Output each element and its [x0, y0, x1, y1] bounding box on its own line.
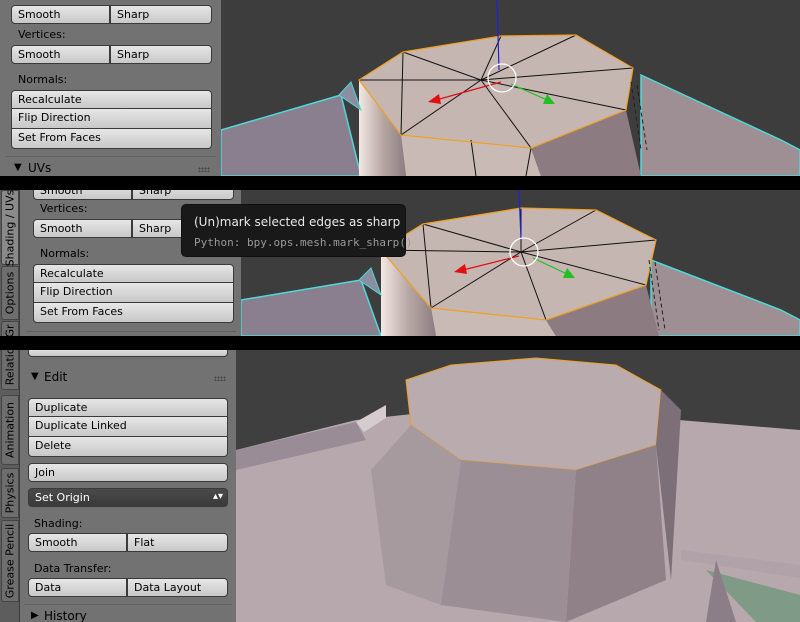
duplicate-linked-button[interactable]: Duplicate Linked: [28, 417, 228, 437]
panel-divider: [24, 604, 232, 605]
uvs-panel-header[interactable]: UVs: [28, 161, 51, 175]
tab-grease-pencil[interactable]: Grease Pencil: [1, 520, 19, 602]
tool-shelf: Relations Animation Physics Grease Penci…: [0, 350, 236, 622]
uvs-panel-arrow[interactable]: ▼: [14, 162, 22, 173]
3d-viewport[interactable]: [221, 0, 800, 176]
tooltip: (Un)mark selected edges as sharp Python:…: [181, 204, 413, 257]
shading-smooth-button[interactable]: Smooth: [28, 533, 127, 552]
flip-direction-button[interactable]: Flip Direction: [33, 283, 234, 303]
tooltip-title: (Un)mark selected edges as sharp: [194, 215, 401, 229]
history-panel-header[interactable]: History: [44, 609, 87, 622]
screenshot-strip-3: Relations Animation Physics Grease Penci…: [0, 350, 800, 622]
join-button[interactable]: Join: [28, 463, 228, 482]
panel-grip-icon[interactable]: [214, 376, 226, 381]
normals-label: Normals:: [40, 247, 90, 260]
tool-tabs: Relations Animation Physics Grease Penci…: [0, 350, 20, 622]
set-origin-select[interactable]: Set Origin ▴▾: [28, 488, 228, 507]
set-from-faces-button[interactable]: Set From Faces: [11, 129, 212, 149]
edit-panel-arrow[interactable]: ▼: [31, 371, 39, 382]
mesh-view-1: [221, 0, 800, 176]
set-origin-label: Set Origin: [35, 491, 90, 504]
flip-direction-button[interactable]: Flip Direction: [11, 109, 212, 129]
mesh-view-3: [236, 357, 800, 622]
normals-label: Normals:: [18, 73, 68, 86]
3d-viewport[interactable]: [236, 350, 800, 622]
select-arrows-icon: ▴▾: [212, 491, 223, 502]
shading-label: Shading:: [34, 517, 83, 530]
tab-animation[interactable]: Animation: [1, 395, 19, 465]
screenshot-strip-1: Smooth Sharp Vertices: Smooth Sharp Norm…: [0, 0, 800, 176]
tab-options[interactable]: Options: [1, 266, 19, 320]
tool-tabs: Shading / UVs Options Gr: [0, 190, 20, 336]
vertices-label: Vertices:: [40, 202, 88, 215]
panel-divider: [6, 156, 216, 157]
vertices-smooth-button[interactable]: Smooth: [33, 219, 132, 238]
data-layout-button[interactable]: Data Layout: [127, 578, 228, 597]
screenshot-strip-2: Shading / UVs Options Gr Smooth Sharp Ve…: [0, 190, 800, 336]
tab-physics[interactable]: Physics: [1, 468, 19, 518]
delete-button[interactable]: Delete: [28, 437, 228, 457]
edges-smooth-button[interactable]: Smooth: [33, 190, 132, 200]
tooltip-python: Python: bpy.ops.mesh.mark_sharp(): [194, 236, 413, 249]
duplicate-button[interactable]: Duplicate: [28, 398, 228, 417]
tab-grease-pencil[interactable]: Gr: [1, 321, 19, 336]
recalculate-button[interactable]: Recalculate: [11, 90, 212, 109]
vertices-sharp-button[interactable]: Sharp: [110, 45, 212, 64]
edges-sharp-button[interactable]: Sharp: [110, 5, 212, 24]
panel-grip-icon[interactable]: [198, 167, 210, 172]
vertices-smooth-button[interactable]: Smooth: [11, 45, 110, 64]
tool-shelf: Smooth Sharp Vertices: Smooth Sharp Norm…: [0, 0, 221, 176]
shading-flat-button[interactable]: Flat: [127, 533, 228, 552]
vertices-label: Vertices:: [18, 28, 66, 41]
edges-sharp-button[interactable]: Sharp: [132, 190, 234, 200]
edges-smooth-button[interactable]: Smooth: [11, 5, 110, 24]
recalculate-button[interactable]: Recalculate: [33, 264, 234, 283]
previous-panel-button[interactable]: [28, 350, 228, 357]
panel-divider: [26, 331, 236, 332]
set-from-faces-button[interactable]: Set From Faces: [33, 303, 234, 323]
tab-relations[interactable]: Relations: [1, 350, 19, 390]
data-transfer-label: Data Transfer:: [34, 562, 112, 575]
data-button[interactable]: Data: [28, 578, 127, 597]
tab-shading-uvs[interactable]: Shading / UVs: [1, 190, 19, 266]
edit-panel-header[interactable]: Edit: [44, 370, 67, 384]
history-panel-arrow[interactable]: ▶: [31, 610, 39, 621]
